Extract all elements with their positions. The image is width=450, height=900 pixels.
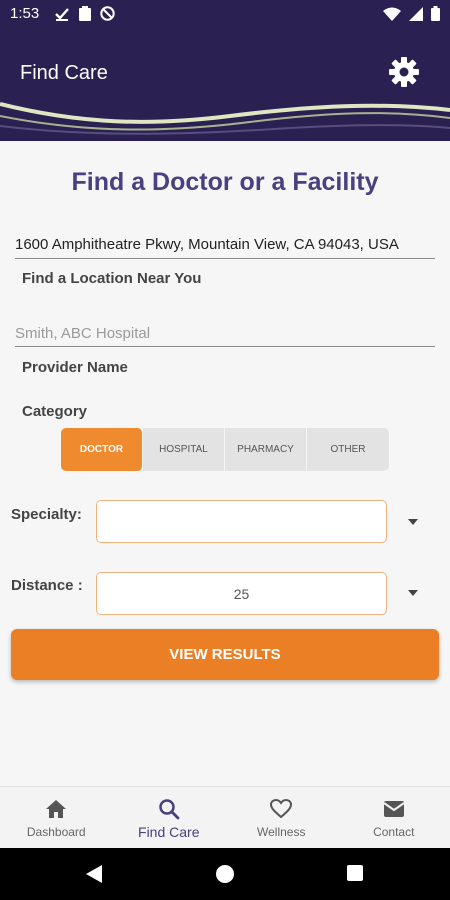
clipboard-icon	[79, 6, 91, 21]
nav-contact[interactable]: Contact	[338, 787, 450, 849]
distance-label: Distance :	[11, 577, 83, 594]
bottom-navigation: Dashboard Find Care Wellness Contact	[0, 786, 450, 848]
heart-icon	[270, 798, 293, 819]
category-segmented-control: DOCTOR HOSPITAL PHARMACY OTHER	[61, 428, 389, 471]
status-time: 1:53	[10, 5, 40, 22]
nav-wellness-label: Wellness	[257, 825, 306, 839]
nav-find-care-label: Find Care	[138, 824, 200, 840]
settings-button[interactable]	[388, 56, 420, 88]
provider-underline	[15, 346, 435, 347]
signal-icon	[409, 6, 423, 21]
category-option-pharmacy[interactable]: PHARMACY	[225, 428, 307, 471]
home-icon	[46, 800, 67, 818]
mail-icon	[383, 801, 405, 817]
nav-find-care[interactable]: Find Care	[113, 787, 226, 849]
gear-icon	[389, 57, 419, 87]
location-underline	[15, 258, 435, 259]
nav-wellness[interactable]: Wellness	[225, 787, 338, 849]
nav-dashboard[interactable]: Dashboard	[0, 787, 113, 849]
distance-dropdown-arrow-icon[interactable]	[408, 590, 418, 596]
provider-name-label: Provider Name	[22, 359, 128, 376]
category-option-hospital[interactable]: HOSPITAL	[143, 428, 225, 471]
back-icon[interactable]	[86, 865, 102, 883]
search-icon	[159, 799, 180, 820]
recent-apps-icon[interactable]	[347, 865, 363, 881]
wifi-icon	[383, 7, 401, 21]
app-title: Find Care	[20, 62, 108, 84]
nav-dashboard-label: Dashboard	[26, 825, 86, 839]
at-icon	[100, 6, 115, 21]
category-option-other[interactable]: OTHER	[307, 428, 389, 471]
header-wave-decoration	[0, 102, 450, 135]
specialty-select[interactable]	[96, 500, 387, 543]
view-results-button[interactable]: VIEW RESULTS	[11, 629, 439, 680]
battery-icon	[431, 6, 440, 21]
specialty-label: Specialty:	[11, 506, 82, 523]
system-navigation-bar	[0, 848, 450, 900]
specialty-dropdown-arrow-icon[interactable]	[408, 519, 418, 525]
category-label: Category	[22, 403, 88, 420]
provider-name-input[interactable]: Smith, ABC Hospital	[15, 325, 435, 342]
status-bar: 1:53	[0, 0, 450, 28]
check-icon	[55, 7, 69, 21]
location-label: Find a Location Near You	[22, 270, 202, 287]
nav-contact-label: Contact	[373, 825, 415, 839]
distance-select[interactable]: 25	[96, 572, 387, 615]
location-input[interactable]: 1600 Amphitheatre Pkwy, Mountain View, C…	[15, 236, 435, 253]
app-bar: Find Care	[0, 28, 450, 141]
page-title: Find a Doctor or a Facility	[71, 168, 379, 196]
category-option-doctor[interactable]: DOCTOR	[61, 428, 143, 471]
home-button-icon[interactable]	[216, 865, 234, 883]
